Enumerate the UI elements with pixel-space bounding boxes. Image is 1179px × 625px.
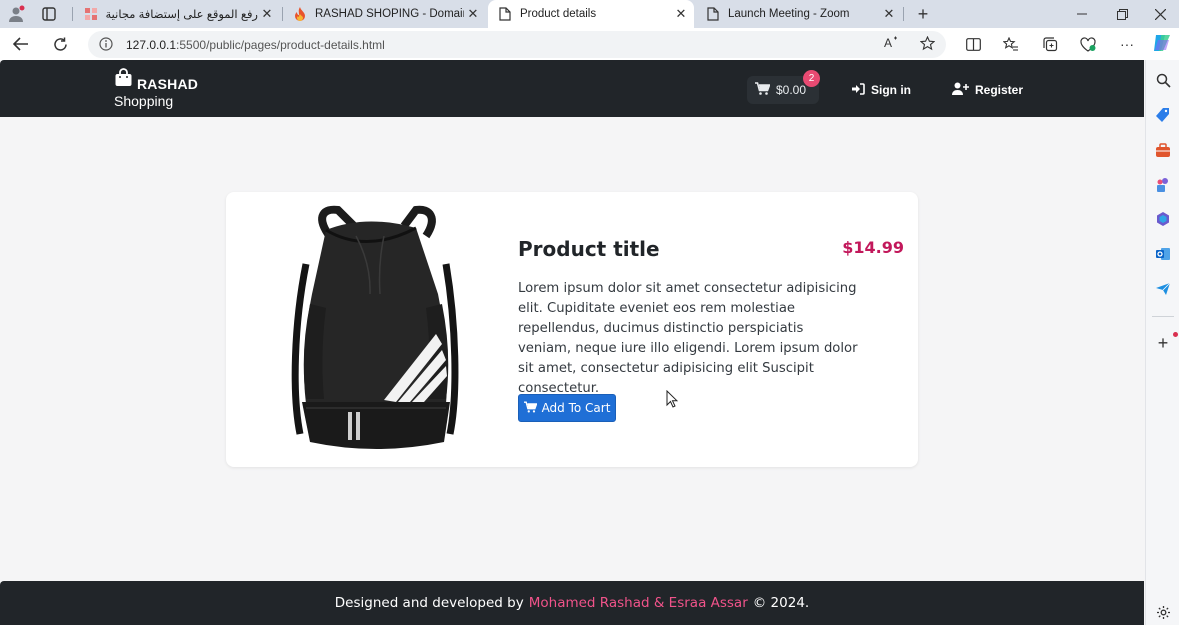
footer-authors-link[interactable]: Mohamed Rashad & Esraa Assar <box>529 595 748 611</box>
tab-title: Launch Meeting - Zoom <box>728 8 850 20</box>
product-card: Product title $14.99 Lorem ipsum dolor s… <box>226 192 918 467</box>
games-icon[interactable] <box>1154 176 1172 194</box>
new-tab-button[interactable]: + <box>912 3 934 25</box>
page-icon <box>706 7 720 21</box>
profile-icon[interactable] <box>5 4 27 24</box>
cart-icon <box>755 82 771 98</box>
sidebar-divider <box>1152 316 1174 317</box>
notification-dot-icon <box>1173 332 1178 337</box>
url-bar[interactable]: 127.0.0.1:5500/public/pages/product-deta… <box>88 31 946 58</box>
register-link[interactable]: Register <box>952 76 1023 104</box>
brand-name: RASHAD <box>137 76 199 92</box>
minimize-button[interactable] <box>1062 0 1102 28</box>
url-host: 127.0.0.1 <box>126 38 177 52</box>
close-icon[interactable]: ✕ <box>464 6 482 22</box>
tab-title: RASHAD SHOPING - Domains - <box>315 8 464 20</box>
tab-actions-icon[interactable] <box>38 4 60 24</box>
add-to-cart-label: Add To Cart <box>541 401 611 415</box>
grid-favicon-icon <box>84 7 98 21</box>
brand-logo[interactable]: RASHAD Shopping <box>114 68 198 109</box>
tab-rashad-shoping[interactable]: RASHAD SHOPING - Domains - ✕ <box>283 0 486 28</box>
browser-tab-strip: رفع الموقع على إستضافة مجانية و ✕ RASHAD… <box>0 0 1179 28</box>
tab-title: Product details <box>520 8 597 20</box>
product-price: $14.99 <box>842 238 904 257</box>
add-sidebar-app-icon[interactable]: + <box>1154 333 1172 353</box>
tab-arabic-hosting[interactable]: رفع الموقع على إستضافة مجانية و ✕ <box>74 0 280 28</box>
flame-favicon-icon <box>293 7 307 21</box>
product-image <box>266 204 466 456</box>
add-to-cart-button[interactable]: Add To Cart <box>518 394 616 422</box>
collections-icon[interactable] <box>1039 34 1061 54</box>
close-icon[interactable]: ✕ <box>258 6 276 22</box>
close-icon[interactable]: ✕ <box>880 6 898 22</box>
register-label: Register <box>975 83 1024 97</box>
sign-in-link[interactable]: Sign in <box>852 76 911 104</box>
tab-launch-meeting[interactable]: Launch Meeting - Zoom ✕ <box>696 0 902 28</box>
microsoft-365-icon[interactable] <box>1154 210 1172 228</box>
read-aloud-icon[interactable]: A <box>884 36 900 53</box>
search-icon[interactable] <box>1154 71 1172 89</box>
gear-icon[interactable] <box>1154 603 1172 621</box>
cart-count-badge: 2 <box>803 70 820 87</box>
more-options-icon[interactable]: ··· <box>1116 34 1138 54</box>
tab-separator <box>903 7 904 21</box>
tab-title: رفع الموقع على إستضافة مجانية و <box>106 9 258 21</box>
outlook-icon[interactable] <box>1154 245 1172 263</box>
cart-total: $0.00 <box>776 83 807 97</box>
favorite-star-icon[interactable] <box>919 35 936 56</box>
page-icon <box>498 7 512 21</box>
sign-in-icon <box>852 82 865 98</box>
sign-in-label: Sign in <box>871 83 911 97</box>
tab-product-details[interactable]: Product details ✕ <box>488 0 694 28</box>
shopping-bag-icon <box>114 68 133 92</box>
copilot-icon[interactable] <box>1151 33 1173 53</box>
svg-text:A: A <box>884 36 892 50</box>
footer-copyright: © 2024. <box>752 595 810 611</box>
url-path: :5500/public/pages/product-details.html <box>176 38 385 52</box>
address-toolbar: 127.0.0.1:5500/public/pages/product-deta… <box>0 28 1179 60</box>
site-footer: Designed and developed by Mohamed Rashad… <box>0 581 1144 625</box>
send-icon[interactable] <box>1154 280 1172 298</box>
tab-separator <box>72 7 73 21</box>
cart-icon <box>523 401 538 416</box>
refresh-button[interactable] <box>49 34 71 54</box>
favorites-icon[interactable] <box>1000 34 1022 54</box>
close-icon[interactable]: ✕ <box>672 6 690 22</box>
close-window-button[interactable] <box>1140 0 1179 28</box>
browser-essentials-icon[interactable] <box>1077 34 1099 54</box>
product-description: Lorem ipsum dolor sit amet consectetur a… <box>518 281 858 396</box>
split-screen-icon[interactable] <box>962 34 984 54</box>
shopping-tag-icon[interactable] <box>1154 106 1172 124</box>
footer-prefix: Designed and developed by <box>334 595 524 611</box>
mouse-cursor-icon <box>666 389 679 413</box>
info-icon[interactable] <box>99 37 113 56</box>
restore-button[interactable] <box>1102 0 1142 28</box>
url-text[interactable]: 127.0.0.1:5500/public/pages/product-deta… <box>126 38 385 52</box>
brand-subtitle: Shopping <box>114 93 174 109</box>
browser-sidebar: + <box>1145 60 1179 625</box>
site-navbar: RASHAD Shopping $0.00 Sign in Register <box>0 60 1144 117</box>
product-title: Product title <box>518 237 660 261</box>
user-plus-icon <box>952 82 969 98</box>
tools-briefcase-icon[interactable] <box>1154 141 1172 159</box>
back-button[interactable] <box>10 34 32 54</box>
